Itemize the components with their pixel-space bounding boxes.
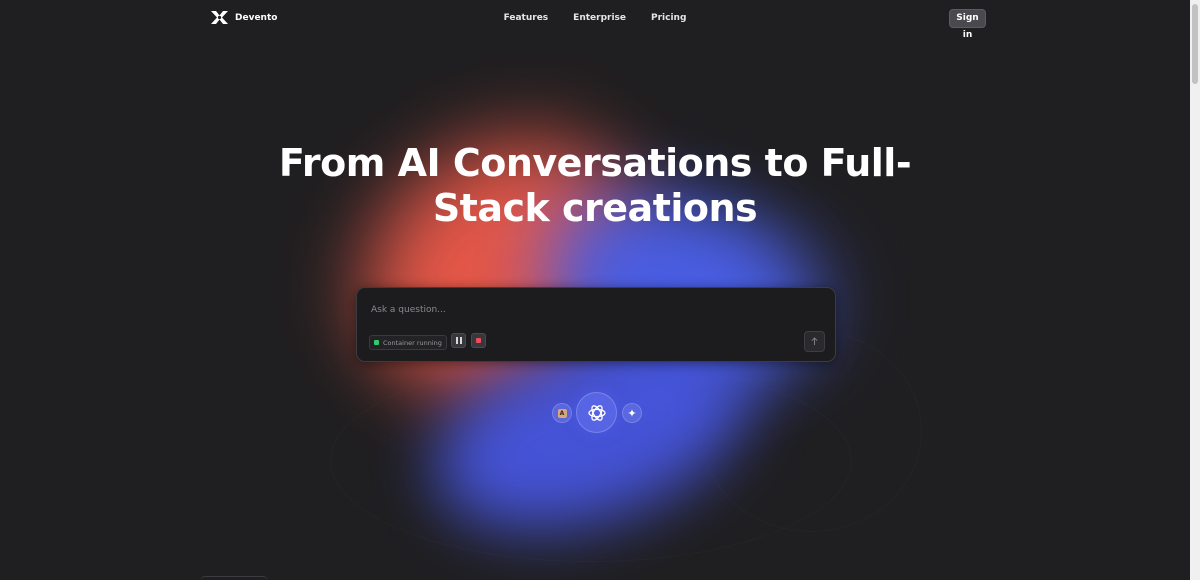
background-ring — [330, 360, 852, 562]
nav-link-pricing[interactable]: Pricing — [651, 13, 686, 23]
page-scrollbar[interactable] — [1190, 0, 1200, 580]
container-status-badge: Container running — [369, 335, 447, 350]
pause-button[interactable] — [451, 333, 466, 348]
model-sparkle-button[interactable]: ✦ — [622, 403, 642, 423]
sparkle-icon: ✦ — [627, 406, 637, 420]
nav-link-enterprise[interactable]: Enterprise — [573, 13, 626, 23]
sign-in-button[interactable]: Sign in — [949, 9, 986, 40]
container-status-text: Container running — [383, 338, 442, 347]
send-button[interactable] — [804, 331, 825, 352]
model-anthropic-button[interactable]: A — [552, 403, 572, 423]
nav-links: Features Enterprise Pricing — [0, 13, 1190, 23]
prompt-box: Container running — [356, 287, 836, 362]
hero-title-line1: From AI Conversations to Full- — [278, 141, 912, 185]
page: Devento Features Enterprise Pricing Sign… — [0, 0, 1190, 580]
bottom-element-peek — [200, 576, 268, 580]
hero-title-line2: Stack creations — [432, 186, 758, 230]
anthropic-icon: A — [557, 408, 567, 418]
stop-button[interactable] — [471, 333, 486, 348]
hero-title: From AI Conversations to Full- Stack cre… — [245, 141, 945, 231]
top-nav: Devento Features Enterprise Pricing Sign… — [0, 0, 1190, 40]
nav-link-features[interactable]: Features — [504, 13, 549, 23]
model-openai-button[interactable] — [576, 392, 617, 433]
scrollbar-thumb[interactable] — [1192, 4, 1198, 84]
stop-icon — [476, 338, 481, 343]
pause-icon — [455, 337, 462, 344]
arrow-up-icon — [811, 337, 818, 345]
question-input[interactable] — [369, 300, 813, 320]
status-dot-icon — [374, 340, 379, 345]
openai-icon — [587, 404, 606, 421]
